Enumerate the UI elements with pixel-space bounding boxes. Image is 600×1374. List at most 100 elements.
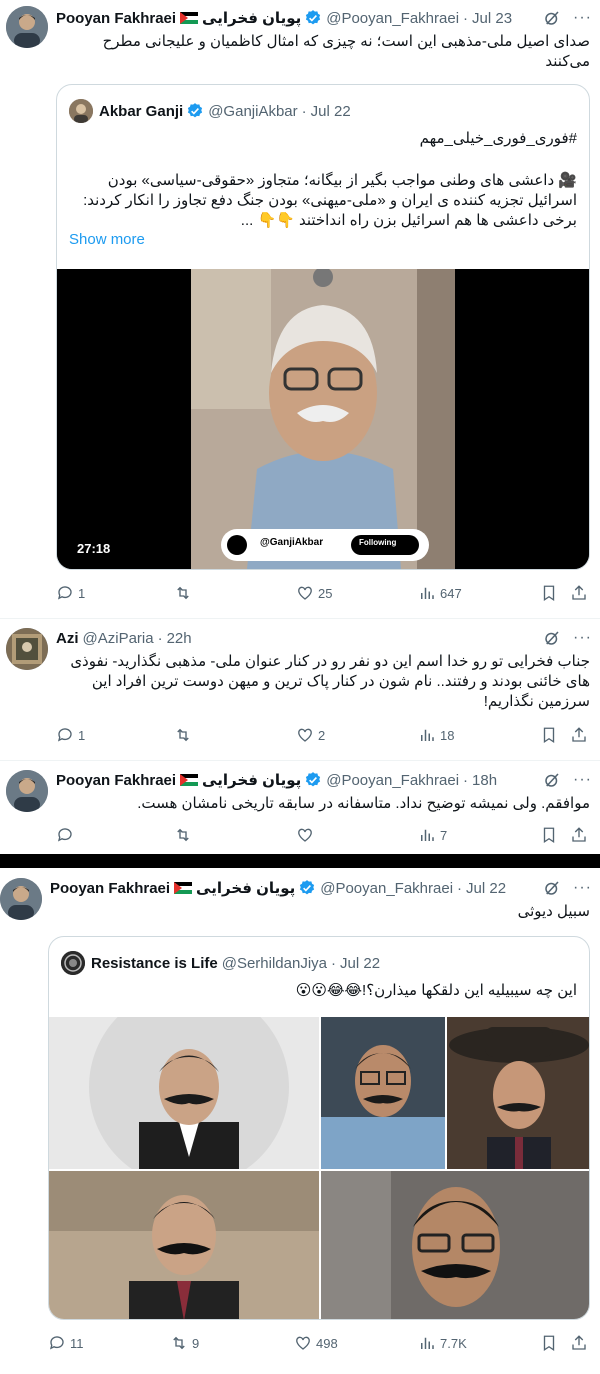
like-count: 25: [318, 585, 333, 601]
share-button[interactable]: [570, 726, 588, 744]
reply-button[interactable]: 11: [48, 1334, 84, 1352]
timestamp[interactable]: Jul 22: [466, 880, 506, 897]
avatar[interactable]: [6, 6, 48, 48]
share-button[interactable]: [570, 1334, 588, 1352]
action-bar: 1 2 18: [56, 726, 590, 748]
more-options-icon[interactable]: ···: [573, 9, 592, 27]
timestamp[interactable]: Jul 23: [472, 10, 512, 27]
quote-avatar: [61, 951, 85, 975]
grok-icon[interactable]: [543, 9, 561, 27]
tweet-1[interactable]: Pooyan Fakhraei پویان فخرایی @Pooyan_Fak…: [0, 0, 600, 612]
quote-header: Akbar Ganji @GanjiAkbar · Jul 22: [69, 99, 577, 123]
photo-4[interactable]: [49, 1171, 319, 1319]
reply-button[interactable]: 1: [56, 584, 85, 602]
bookmark-icon: [543, 827, 555, 844]
avatar[interactable]: [6, 628, 48, 670]
separator-dot: ·: [463, 9, 469, 27]
palestine-flag-icon: [180, 12, 199, 24]
reply-button[interactable]: [56, 826, 78, 844]
share-icon: [572, 727, 586, 742]
photo-5[interactable]: [321, 1171, 589, 1319]
views-count: 7: [440, 827, 448, 843]
author-name-fa[interactable]: پویان فخرایی: [202, 9, 301, 27]
bookmark-button[interactable]: [540, 1334, 558, 1352]
tweet-4[interactable]: Pooyan Fakhraei پویان فخرایی @Pooyan_Fak…: [0, 870, 600, 1374]
reply-count: 1: [78, 727, 86, 743]
author-name[interactable]: Pooyan Fakhraei: [56, 10, 176, 27]
grok-icon[interactable]: [543, 879, 561, 897]
author-name-fa[interactable]: پویان فخرایی: [202, 771, 301, 789]
author-handle[interactable]: @Pooyan_Fakhraei: [320, 880, 453, 897]
reply-icon: [57, 828, 72, 842]
retweet-icon: [177, 728, 189, 742]
like-button[interactable]: 2: [296, 726, 325, 744]
tweet-3[interactable]: Pooyan Fakhraei پویان فخرایی @Pooyan_Fak…: [0, 762, 600, 850]
video-player[interactable]: @GanjiAkbar Following 27:18: [57, 269, 589, 569]
quote-timestamp: Jul 22: [340, 954, 381, 972]
tweet-2[interactable]: Azi @AziParia · 22h ··· جناب فخرایی تو ر…: [0, 620, 600, 756]
bookmark-button[interactable]: [540, 826, 558, 844]
quote-avatar: [69, 99, 93, 123]
more-options-icon[interactable]: ···: [573, 771, 592, 789]
quoted-tweet[interactable]: Resistance is Life @SerhildanJiya · Jul …: [48, 936, 590, 1320]
retweet-button[interactable]: [174, 826, 196, 844]
avatar[interactable]: [0, 878, 42, 920]
reply-icon: [57, 586, 72, 600]
views-button[interactable]: 647: [418, 584, 462, 602]
retweet-icon: [173, 1336, 185, 1350]
tweet-header: Azi @AziParia · 22h ···: [56, 628, 592, 648]
author-name[interactable]: Pooyan Fakhraei: [50, 880, 170, 897]
photo-3[interactable]: [447, 1017, 589, 1169]
grok-icon[interactable]: [543, 629, 561, 647]
verified-badge-icon: [188, 103, 203, 118]
like-button[interactable]: 25: [296, 584, 332, 602]
author-name[interactable]: Pooyan Fakhraei: [56, 772, 176, 789]
author-handle[interactable]: @Pooyan_Fakhraei: [326, 772, 459, 789]
bookmark-button[interactable]: [540, 726, 558, 744]
retweet-count: 9: [192, 1335, 200, 1351]
video-overlay-following: Following: [359, 538, 397, 547]
photo-1[interactable]: [49, 1017, 319, 1169]
bookmark-icon: [543, 1335, 555, 1352]
quote-hashtag[interactable]: #فوری_فوری_خیلی_مهم: [69, 129, 577, 149]
author-name[interactable]: Azi: [56, 630, 79, 647]
timestamp[interactable]: 18h: [472, 772, 497, 789]
palestine-flag-icon: [174, 882, 193, 894]
action-bar: 11 9 498 7.7K: [49, 1334, 590, 1356]
views-button[interactable]: 7.7K: [418, 1334, 467, 1352]
video-duration: 27:18: [77, 541, 111, 556]
show-more-link[interactable]: Show more: [69, 231, 145, 248]
author-name-fa[interactable]: پویان فخرایی: [196, 879, 295, 897]
share-button[interactable]: [570, 584, 588, 602]
like-button[interactable]: 498: [294, 1334, 338, 1352]
reply-count: 1: [78, 585, 86, 601]
like-button[interactable]: [296, 826, 318, 844]
verified-badge-icon: [306, 10, 321, 25]
views-icon: [421, 729, 434, 741]
more-options-icon[interactable]: ···: [573, 629, 592, 647]
views-button[interactable]: 7: [418, 826, 447, 844]
bookmark-button[interactable]: [540, 584, 558, 602]
avatar[interactable]: [6, 770, 48, 812]
tweet-text: صدای اصیل ملی-مذهبی این است؛ نه چیزی که …: [102, 33, 590, 70]
more-options-icon[interactable]: ···: [573, 879, 592, 897]
tweet-header: Pooyan Fakhraei پویان فخرایی @Pooyan_Fak…: [50, 878, 592, 898]
retweet-button[interactable]: [174, 726, 196, 744]
reply-icon: [49, 1336, 64, 1350]
timestamp[interactable]: 22h: [167, 630, 192, 647]
tweet-text: موافقم. ولی نمیشه توضیح نداد. متاسفانه د…: [137, 795, 590, 812]
author-handle[interactable]: @AziParia: [83, 630, 154, 647]
divider: [0, 760, 600, 761]
share-button[interactable]: [570, 826, 588, 844]
retweet-button[interactable]: [174, 584, 196, 602]
author-handle[interactable]: @Pooyan_Fakhraei: [326, 10, 459, 27]
views-icon: [421, 829, 434, 841]
quoted-tweet[interactable]: Akbar Ganji @GanjiAkbar · Jul 22 #فوری_ف…: [56, 84, 590, 570]
retweet-button[interactable]: 9: [170, 1334, 199, 1352]
action-bar: 1 25 647: [56, 584, 590, 606]
reply-button[interactable]: 1: [56, 726, 85, 744]
photo-2[interactable]: [321, 1017, 445, 1169]
views-button[interactable]: 18: [418, 726, 454, 744]
grok-icon[interactable]: [543, 771, 561, 789]
quote-author-name: Resistance is Life: [91, 954, 218, 972]
